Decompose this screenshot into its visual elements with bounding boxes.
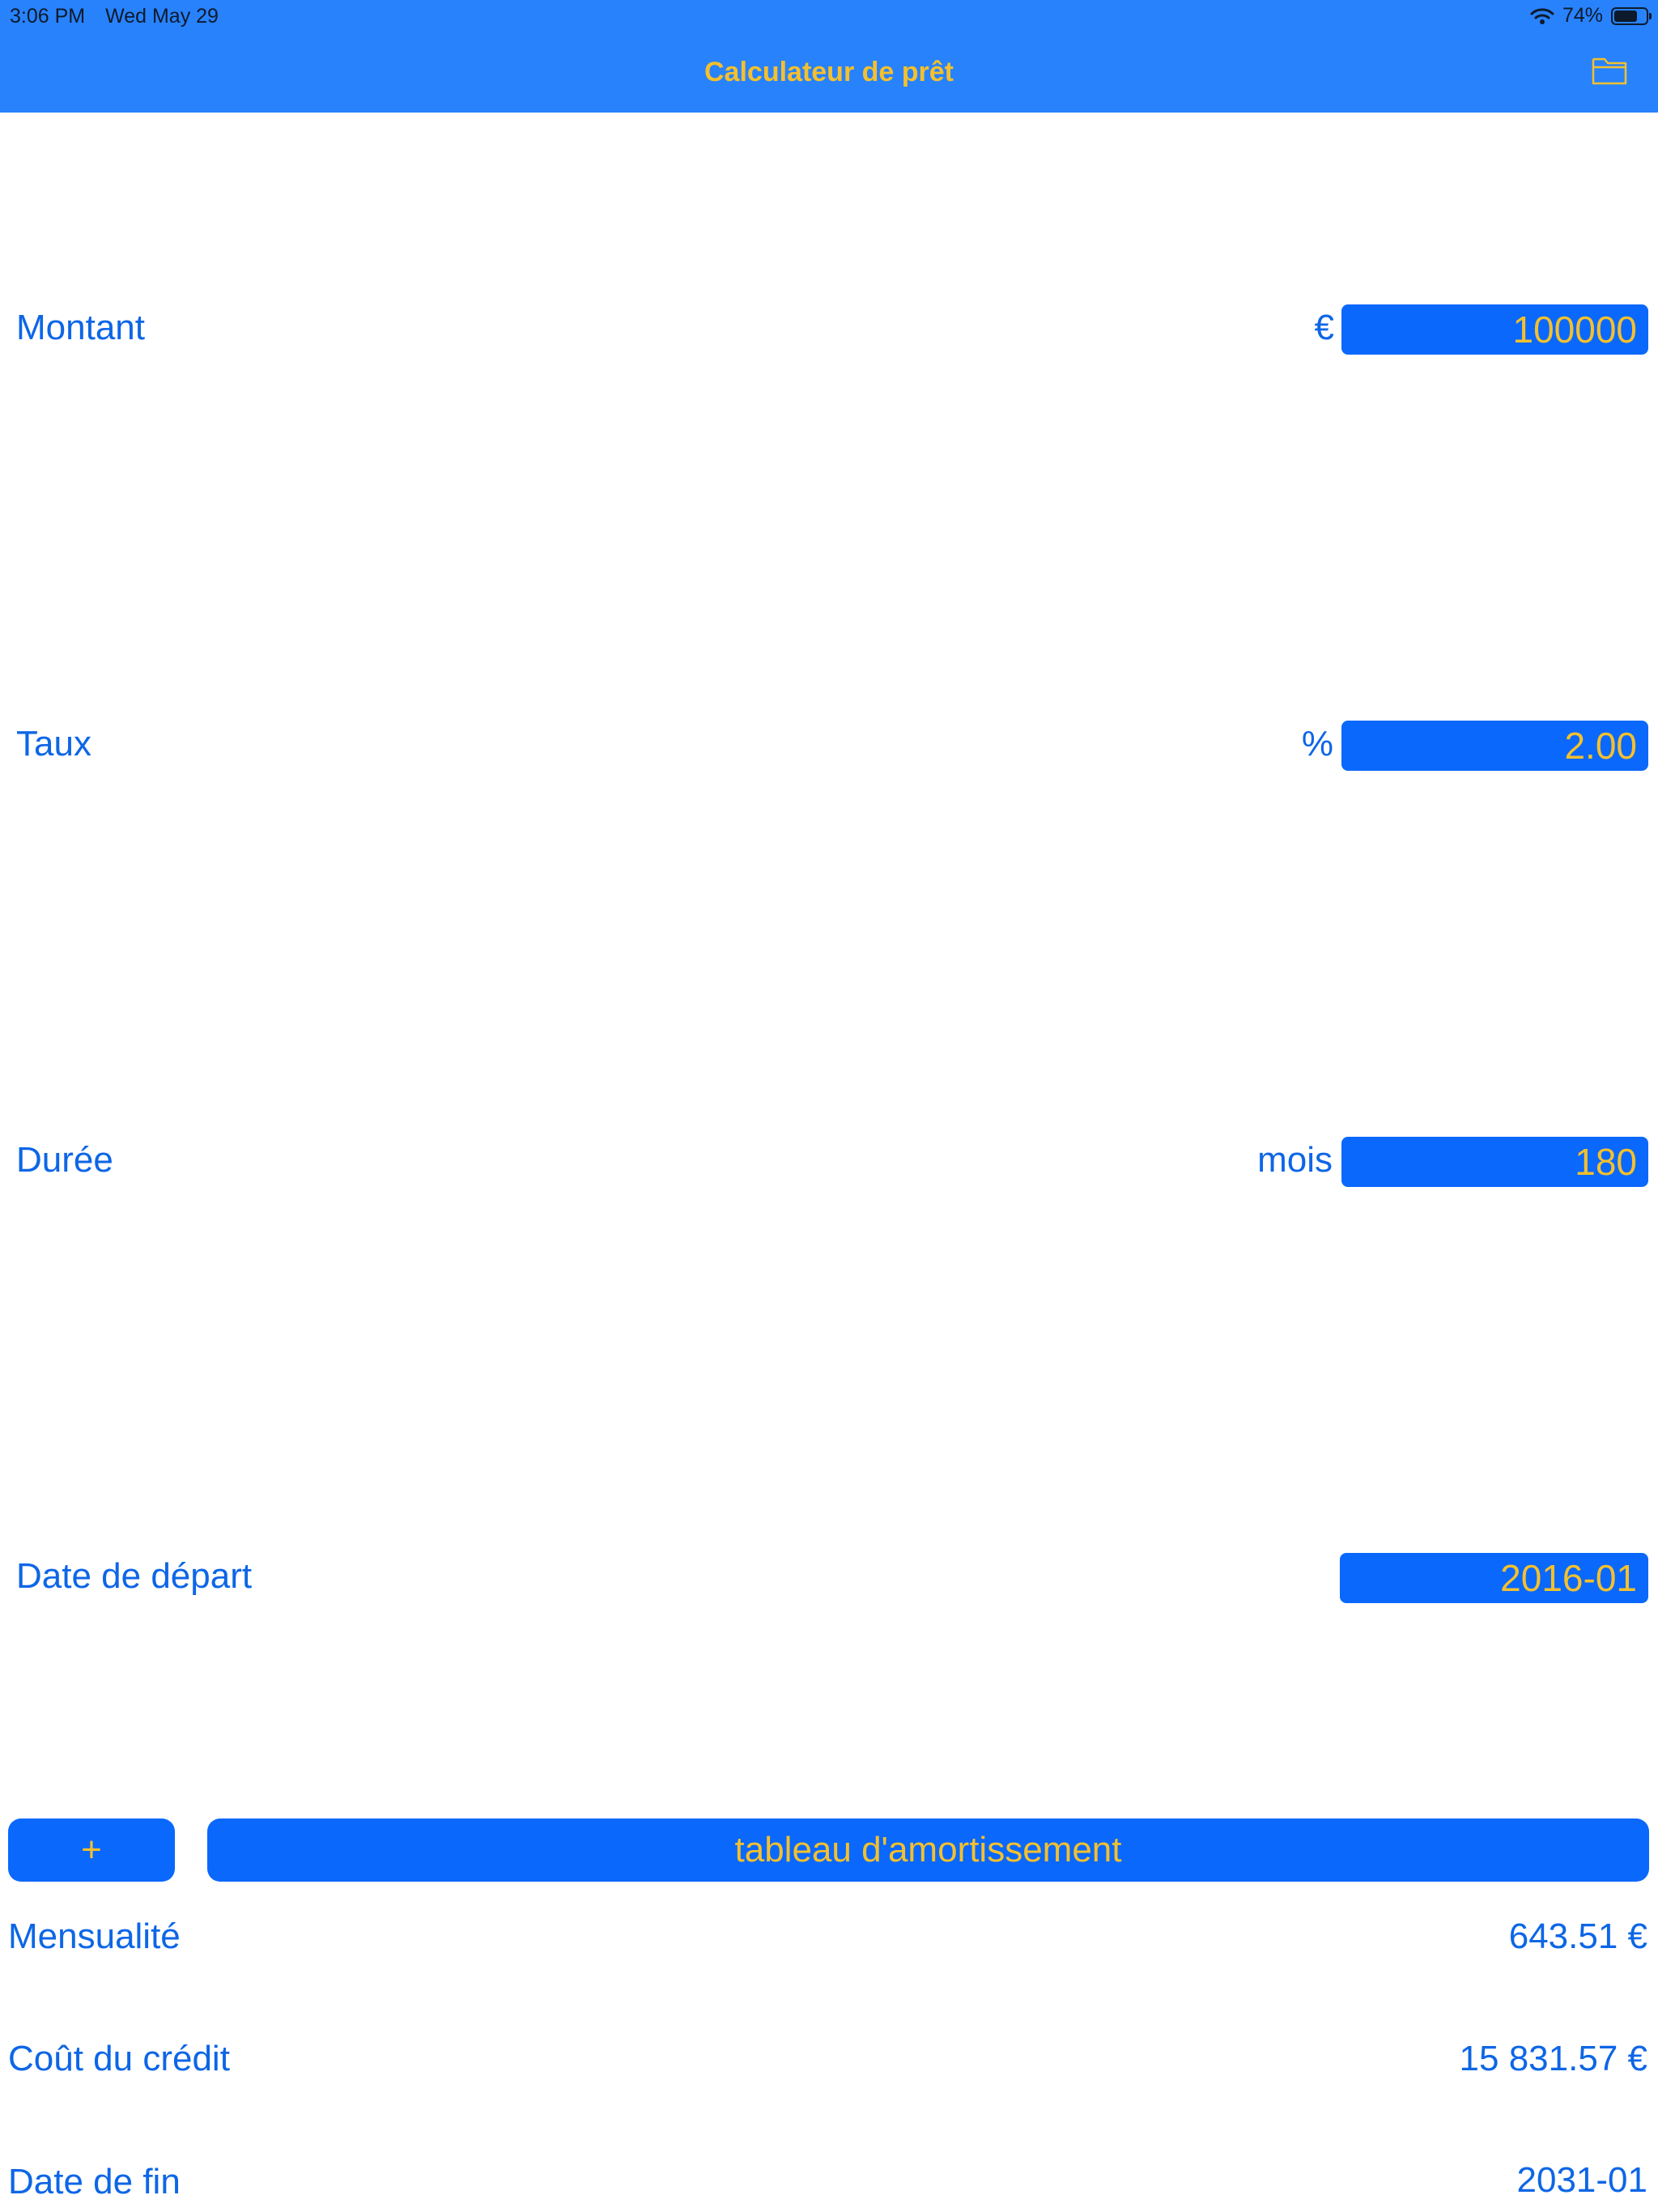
duration-label: Durée — [16, 1140, 113, 1180]
battery-icon — [1611, 6, 1652, 25]
end-date-value: 2031-01 — [1516, 2160, 1647, 2200]
wifi-icon — [1530, 7, 1554, 24]
rate-label: Taux — [16, 724, 91, 764]
status-bar-left: 3:06 PM Wed May 29 — [10, 5, 219, 28]
amount-label: Montant — [16, 308, 145, 347]
status-date: Wed May 29 — [105, 5, 219, 28]
amount-unit: € — [1314, 308, 1334, 347]
start-date-label: Date de départ — [16, 1556, 253, 1596]
status-time: 3:06 PM — [10, 5, 86, 28]
folder-icon[interactable] — [1592, 55, 1627, 86]
duration-unit: mois — [1257, 1140, 1333, 1180]
add-button[interactable]: + — [8, 1819, 175, 1882]
navigation-bar: 3:06 PM Wed May 29 74% Calculateur de pr… — [0, 0, 1658, 113]
amount-input[interactable] — [1341, 304, 1648, 355]
rate-unit: % — [1301, 724, 1333, 764]
start-date-input[interactable] — [1340, 1553, 1648, 1603]
status-bar-right: 74% — [1530, 4, 1652, 28]
monthly-payment-label: Mensualité — [8, 1916, 181, 1956]
credit-cost-value: 15 831.57 € — [1459, 2039, 1647, 2078]
battery-percentage: 74% — [1562, 4, 1603, 27]
page-title: Calculateur de prêt — [704, 57, 954, 87]
duration-input[interactable] — [1341, 1137, 1648, 1187]
end-date-label: Date de fin — [8, 2162, 181, 2201]
battery-level — [1614, 10, 1637, 22]
credit-cost-label: Coût du crédit — [8, 2039, 230, 2078]
amortization-table-button[interactable]: tableau d'amortissement — [207, 1819, 1649, 1882]
rate-input[interactable] — [1341, 721, 1648, 771]
monthly-payment-value: 643.51 € — [1508, 1916, 1647, 1956]
